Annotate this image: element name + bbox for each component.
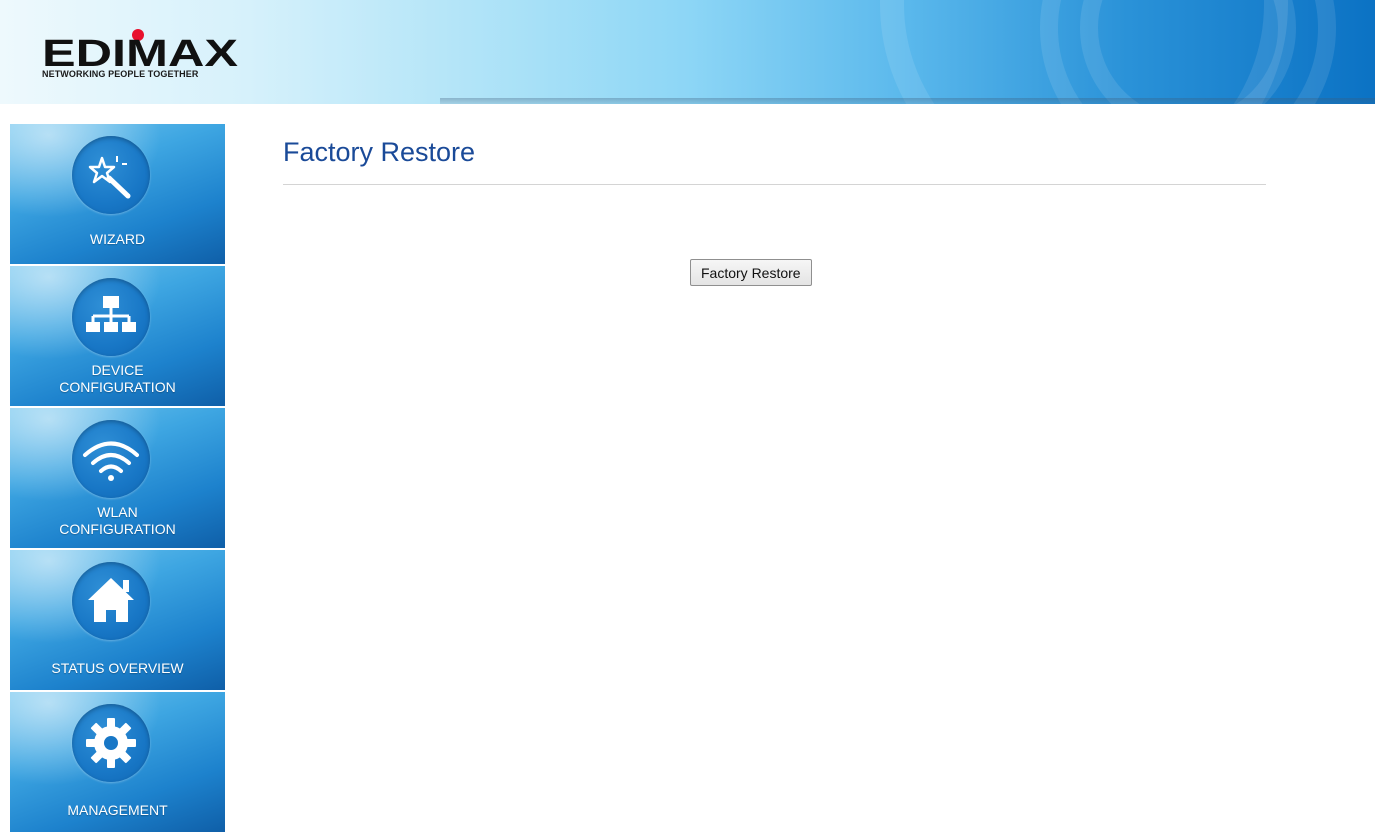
magic-wand-icon [72, 136, 150, 214]
banner-shadow [440, 98, 1375, 104]
sidebar-item-management[interactable]: MANAGEMENT [10, 692, 225, 834]
header-banner: EDIMAX NETWORKING PEOPLE TOGETHER [0, 0, 1375, 104]
wifi-icon [72, 420, 150, 498]
sidebar-item-label: WIZARD [89, 231, 146, 247]
logo-tagline: NETWORKING PEOPLE TOGETHER [42, 69, 199, 79]
banner-swirl [880, 0, 1288, 104]
title-divider [283, 184, 1266, 185]
sidebar-item-wizard[interactable]: WIZARD [10, 124, 225, 266]
sidebar-item-device-configuration[interactable]: DEVICE CONFIGURATION [10, 266, 225, 408]
sidebar-item-label: STATUS OVERVIEW [51, 660, 184, 676]
page: EDIMAX NETWORKING PEOPLE TOGETHER WIZARD [0, 0, 1375, 835]
sidebar-item-label: WLAN CONFIGURATION [59, 504, 176, 537]
network-icon [72, 278, 150, 356]
sidebar-item-label: MANAGEMENT [67, 802, 168, 818]
sidebar-item-status-overview[interactable]: STATUS OVERVIEW [10, 550, 225, 692]
sidebar-item-wlan-configuration[interactable]: WLAN CONFIGURATION [10, 408, 225, 550]
sidebar-item-label: DEVICE CONFIGURATION [59, 362, 176, 395]
sidebar-nav: WIZARD DEVICE CONFIGURATION WLAN CONFIGU… [10, 124, 225, 835]
factory-restore-button[interactable]: Factory Restore [690, 259, 812, 286]
home-icon [72, 562, 150, 640]
page-title: Factory Restore [283, 137, 476, 167]
gear-icon [72, 704, 150, 782]
